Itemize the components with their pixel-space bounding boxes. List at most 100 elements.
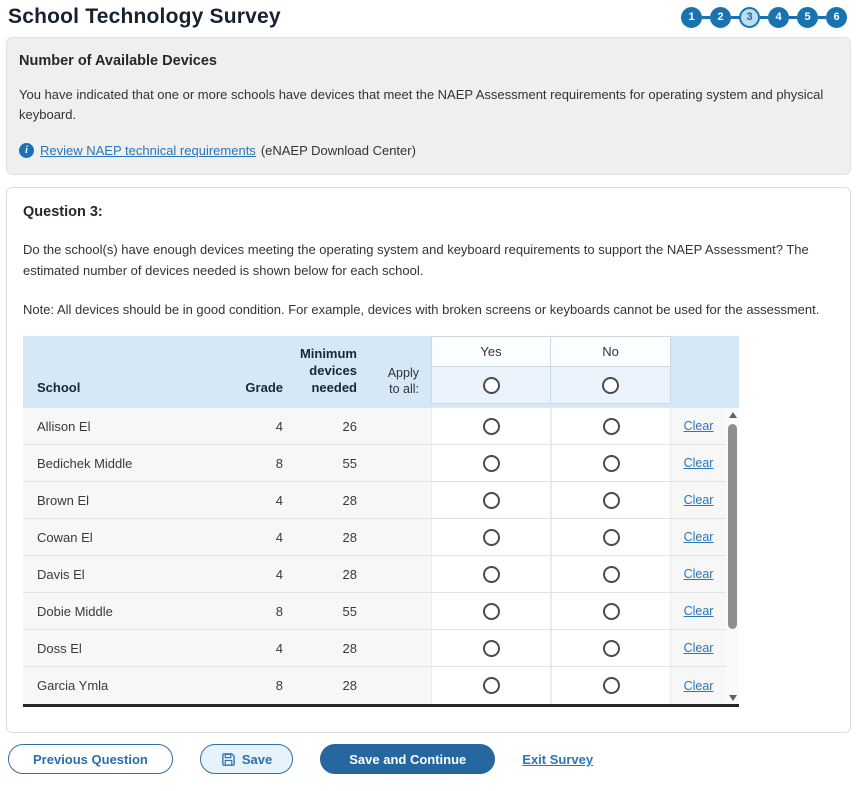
- save-and-continue-button[interactable]: Save and Continue: [320, 744, 495, 774]
- no-radio[interactable]: [603, 640, 620, 657]
- step-6[interactable]: 6: [826, 7, 847, 28]
- scroll-down-arrow-icon[interactable]: [726, 691, 739, 704]
- apply-spacer-cell: [373, 482, 431, 518]
- no-radio[interactable]: [603, 603, 620, 620]
- no-column-header: No: [551, 336, 671, 404]
- exit-survey-link[interactable]: Exit Survey: [522, 752, 593, 767]
- school-name: Doss El: [23, 630, 235, 666]
- yes-cell: [431, 519, 551, 555]
- clear-cell: Clear: [671, 630, 726, 666]
- scroll-up-arrow-icon[interactable]: [726, 408, 739, 421]
- no-radio[interactable]: [603, 677, 620, 694]
- previous-question-button[interactable]: Previous Question: [8, 744, 173, 774]
- table-row: Cowan El 4 28 Clear: [23, 519, 739, 556]
- table-scrollbar[interactable]: [726, 408, 739, 704]
- no-cell: [551, 667, 671, 704]
- devices-header-line: needed: [300, 380, 357, 397]
- step-connector: [789, 16, 797, 19]
- yes-cell: [431, 593, 551, 629]
- grade-value: 8: [235, 445, 293, 481]
- footer-actions: Previous Question Save Save and Continue…: [8, 744, 857, 774]
- clear-cell: Clear: [671, 482, 726, 518]
- info-link-row: i Review NAEP technical requirements (eN…: [19, 143, 838, 158]
- info-panel: Number of Available Devices You have ind…: [6, 37, 851, 175]
- no-radio[interactable]: [603, 566, 620, 583]
- clear-link[interactable]: Clear: [684, 679, 714, 693]
- school-name: Davis El: [23, 556, 235, 592]
- yes-radio[interactable]: [483, 529, 500, 546]
- step-2[interactable]: 2: [710, 7, 731, 28]
- yes-column-label: Yes: [432, 337, 550, 367]
- step-4[interactable]: 4: [768, 7, 789, 28]
- table-header: School Grade Minimum devices needed Appl…: [23, 336, 739, 408]
- no-cell: [551, 408, 671, 444]
- yes-radio[interactable]: [483, 418, 500, 435]
- devices-needed-value: 26: [293, 408, 373, 444]
- no-radio[interactable]: [603, 529, 620, 546]
- apply-all-no-radio[interactable]: [602, 377, 619, 394]
- apply-label-line: Apply: [388, 365, 419, 381]
- devices-needed-value: 55: [293, 445, 373, 481]
- apply-all-yes-radio[interactable]: [483, 377, 500, 394]
- clear-cell: Clear: [671, 408, 726, 444]
- step-1[interactable]: 1: [681, 7, 702, 28]
- yes-radio[interactable]: [483, 566, 500, 583]
- yes-radio[interactable]: [483, 455, 500, 472]
- yes-radio[interactable]: [483, 640, 500, 657]
- clear-link[interactable]: Clear: [684, 456, 714, 470]
- devices-needed-value: 28: [293, 630, 373, 666]
- scrollbar-track[interactable]: [726, 421, 739, 691]
- yes-radio[interactable]: [483, 603, 500, 620]
- table-row: Allison El 4 26 Clear: [23, 408, 739, 445]
- page: School Technology Survey 123456 Number o…: [0, 0, 857, 791]
- no-radio[interactable]: [603, 455, 620, 472]
- save-button[interactable]: Save: [200, 744, 293, 774]
- save-floppy-icon: [221, 752, 236, 767]
- clear-cell: Clear: [671, 519, 726, 555]
- yes-radio[interactable]: [483, 677, 500, 694]
- apply-spacer-cell: [373, 630, 431, 666]
- table-body-rows: Allison El 4 26 Clear Bedichek Middle 8 …: [23, 408, 739, 704]
- apply-spacer-cell: [373, 556, 431, 592]
- no-radio[interactable]: [603, 418, 620, 435]
- step-connector: [702, 16, 710, 19]
- clear-cell: Clear: [671, 556, 726, 592]
- info-circle-icon: i: [19, 143, 34, 158]
- no-cell: [551, 519, 671, 555]
- header-spacer: [671, 336, 739, 408]
- devices-needed-value: 28: [293, 482, 373, 518]
- table-row: Davis El 4 28 Clear: [23, 556, 739, 593]
- top-bar: School Technology Survey 123456: [0, 0, 857, 35]
- yes-cell: [431, 482, 551, 518]
- table-row: Bedichek Middle 8 55 Clear: [23, 445, 739, 482]
- save-button-label: Save: [242, 752, 272, 767]
- school-name: Brown El: [23, 482, 235, 518]
- grade-value: 8: [235, 667, 293, 704]
- school-name: Dobie Middle: [23, 593, 235, 629]
- yes-cell: [431, 445, 551, 481]
- clear-link[interactable]: Clear: [684, 567, 714, 581]
- yes-radio[interactable]: [483, 492, 500, 509]
- clear-link[interactable]: Clear: [684, 419, 714, 433]
- clear-link[interactable]: Clear: [684, 493, 714, 507]
- school-name: Garcia Ymla: [23, 667, 235, 704]
- info-panel-heading: Number of Available Devices: [19, 53, 838, 69]
- clear-link[interactable]: Clear: [684, 530, 714, 544]
- step-5[interactable]: 5: [797, 7, 818, 28]
- no-radio[interactable]: [603, 492, 620, 509]
- link-suffix-text: (eNAEP Download Center): [261, 143, 416, 158]
- devices-needed-value: 28: [293, 519, 373, 555]
- no-cell: [551, 445, 671, 481]
- clear-link[interactable]: Clear: [684, 641, 714, 655]
- question-card: Question 3: Do the school(s) have enough…: [6, 187, 851, 733]
- technical-requirements-link[interactable]: Review NAEP technical requirements: [40, 143, 256, 158]
- grade-value: 8: [235, 593, 293, 629]
- apply-spacer-cell: [373, 519, 431, 555]
- clear-link[interactable]: Clear: [684, 604, 714, 618]
- question-note: Note: All devices should be in good cond…: [19, 300, 838, 320]
- no-cell: [551, 630, 671, 666]
- apply-spacer-cell: [373, 445, 431, 481]
- step-3-current[interactable]: 3: [739, 7, 760, 28]
- schools-table: School Grade Minimum devices needed Appl…: [23, 336, 739, 707]
- scrollbar-thumb[interactable]: [728, 424, 737, 629]
